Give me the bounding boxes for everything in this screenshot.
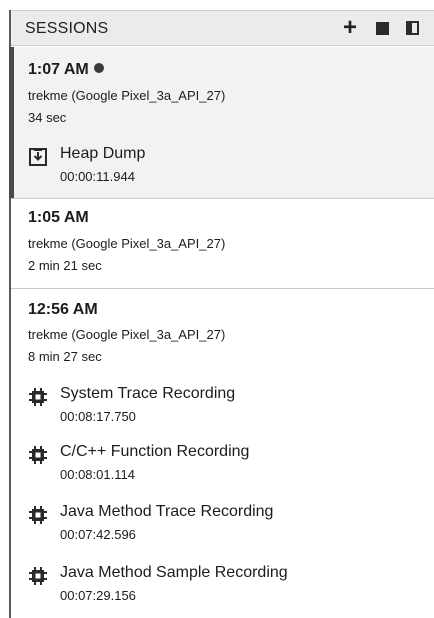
session-duration: 34 sec [28, 110, 67, 125]
artifact-java-method-trace[interactable]: Java Method Trace Recording 00:07:42.596 [28, 503, 424, 549]
session-duration: 2 min 21 sec [28, 258, 102, 273]
artifact-timestamp: 00:07:42.596 [60, 527, 136, 542]
artifact-timestamp: 00:08:17.750 [60, 409, 136, 424]
panel-title: SESSIONS [25, 20, 109, 37]
artifact-system-trace[interactable]: System Trace Recording 00:08:17.750 [28, 385, 424, 431]
plus-icon[interactable]: + [339, 16, 361, 40]
recording-dot-icon [93, 63, 104, 73]
cpu-chip-icon [28, 387, 48, 407]
cpu-chip-icon [28, 505, 48, 525]
sessions-panel: SESSIONS + 1:07 AM trekme (Google Pixel_… [0, 0, 434, 618]
artifact-label: C/C++ Function Recording [60, 443, 250, 460]
artifact-timestamp: 00:00:11.944 [60, 169, 135, 184]
artifact-heap-dump[interactable]: Heap Dump 00:00:11.944 [28, 145, 424, 191]
artifact-java-method-sample[interactable]: Java Method Sample Recording 00:07:29.15… [28, 564, 424, 610]
artifact-timestamp: 00:07:29.156 [60, 588, 136, 603]
artifact-label: Java Method Sample Recording [60, 564, 288, 581]
sessions-header: SESSIONS + [11, 10, 434, 46]
session-device: trekme (Google Pixel_3a_API_27) [28, 327, 226, 342]
stop-icon[interactable] [371, 17, 393, 39]
heap-dump-icon [28, 147, 48, 167]
artifact-label: Java Method Trace Recording [60, 503, 274, 520]
session-time-row: 1:07 AM [28, 61, 104, 79]
artifact-label: System Trace Recording [60, 385, 236, 402]
selection-indicator [9, 47, 14, 198]
artifact-label: Heap Dump [60, 145, 146, 162]
session-item[interactable]: 1:05 AM trekme (Google Pixel_3a_API_27) … [11, 199, 434, 289]
artifact-cpp-function[interactable]: C/C++ Function Recording 00:08:01.114 [28, 443, 424, 489]
session-device: trekme (Google Pixel_3a_API_27) [28, 236, 226, 251]
panel-toggle-icon[interactable] [401, 17, 423, 39]
artifact-timestamp: 00:08:01.114 [60, 467, 135, 482]
session-device: trekme (Google Pixel_3a_API_27) [28, 88, 226, 103]
session-item[interactable]: 1:07 AM trekme (Google Pixel_3a_API_27) … [9, 47, 434, 199]
cpu-chip-icon [28, 566, 48, 586]
cpu-chip-icon [28, 445, 48, 465]
session-time: 1:07 AM [28, 61, 89, 78]
session-time: 1:05 AM [28, 209, 89, 226]
session-item[interactable]: 12:56 AM trekme (Google Pixel_3a_API_27)… [11, 289, 434, 618]
session-duration: 8 min 27 sec [28, 349, 102, 364]
session-time: 12:56 AM [28, 301, 98, 318]
